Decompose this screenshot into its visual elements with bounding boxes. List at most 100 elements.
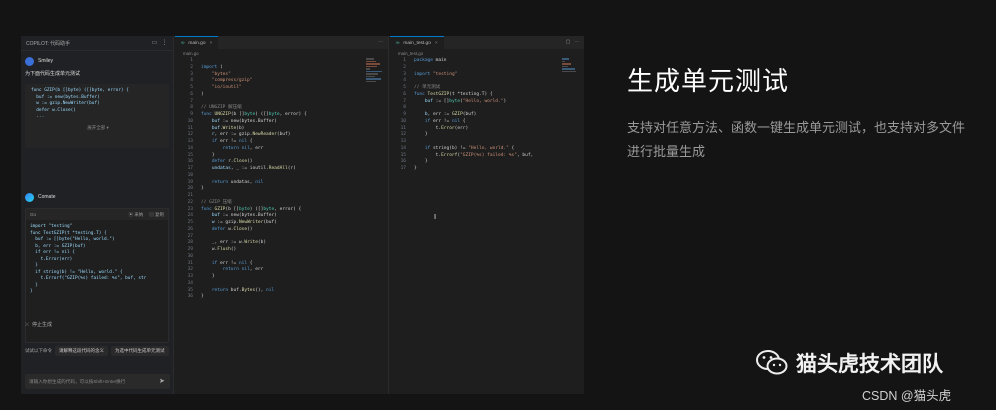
code-token: := gzip. <box>214 220 239 225</box>
code-line[interactable]: 16 } <box>390 159 584 166</box>
more-actions-icon[interactable]: ⋯ <box>574 40 579 45</box>
code-line[interactable]: 7 buf := [] byte("Hello, world.") <box>390 99 584 106</box>
code-token: { <box>508 145 515 151</box>
new-chat-icon[interactable]: ▭ <box>151 40 158 47</box>
code-token: := [] <box>432 98 450 104</box>
code-line[interactable]: 19 return undatas, nil <box>175 180 388 187</box>
code-line[interactable]: 1 <box>175 58 388 65</box>
code-line[interactable]: 35 return buf. Bytes (), nil <box>175 288 388 295</box>
code-token: UNGZIP <box>211 112 231 117</box>
code-line[interactable]: 14 if string(b) != "Hello, world." { <box>390 146 584 153</box>
code-token: nil <box>266 287 275 293</box>
code-line[interactable]: 17 undatas, _ := ioutil. ReadAll (r) <box>175 166 388 173</box>
copy-code-button[interactable]: ▤ 复制 <box>149 212 164 218</box>
code-line[interactable]: 3 import "testing" <box>390 72 584 79</box>
code-line: ... <box>31 114 45 119</box>
code-token: , _ := ioutil. <box>230 166 269 171</box>
breadcrumb[interactable]: main_test.go <box>390 49 584 58</box>
code-line[interactable]: 2 import ( <box>175 65 388 72</box>
close-icon[interactable]: × <box>435 41 438 46</box>
code-line[interactable]: 5 // 单元测试 <box>390 85 584 92</box>
code-line[interactable]: 13 if err != nil { <box>175 139 388 146</box>
code-line[interactable]: 8 <box>390 105 584 112</box>
code-line[interactable]: 6 func TestGZIP (t *testing.T) { <box>390 92 584 99</box>
breadcrumb[interactable]: main.go <box>175 49 388 58</box>
code-line[interactable]: 8 // UNGZIP 解压缩 <box>175 105 388 112</box>
code-token: } <box>414 132 428 138</box>
assistant-name: Comate <box>38 194 56 200</box>
code-line[interactable]: 14 return nil, err <box>175 146 388 153</box>
chat-panel: COPILOT: 代码助手 ▭ ⋮ Smiley 为下面代码生成单元测试 fun… <box>21 36 174 394</box>
code-area[interactable]: 1 2 import (3 "bytes" 4 "compress/gzip" 5 "i… <box>175 58 388 301</box>
send-icon[interactable]: ➤ <box>159 378 166 385</box>
line-number: 5 <box>190 85 193 90</box>
code-line[interactable]: 5 "io/ioutil" <box>175 85 388 92</box>
source-credit: CSDN @猫头虎 <box>862 389 952 403</box>
code-line[interactable]: 13 <box>390 139 584 146</box>
code-token: Flush <box>217 247 231 252</box>
code-token: ) <box>503 98 507 104</box>
more-actions-icon[interactable]: ⋯ <box>378 40 383 45</box>
line-number: 3 <box>403 71 406 77</box>
code-line[interactable]: 9 b, err := GZIP (buf) <box>390 112 584 119</box>
code-line[interactable]: 16 defer r. Close() <box>175 159 388 166</box>
stop-label: 停止生成 <box>32 322 53 328</box>
split-editor-icon[interactable]: ▢ <box>566 40 571 45</box>
insert-code-button[interactable]: ▣ 采纳 <box>128 212 143 218</box>
line-number: 7 <box>403 98 406 104</box>
code-line[interactable]: 24 buf := new(bytes.Buffer) <box>175 213 388 220</box>
code-token: w. <box>201 247 218 252</box>
code-token: NewWriter <box>238 220 264 225</box>
code-line[interactable]: 33 } <box>175 274 388 281</box>
minimap[interactable] <box>366 58 384 88</box>
code-line[interactable]: 12 } <box>390 132 584 139</box>
code-line[interactable]: 6) <box>175 92 388 99</box>
line-number: 32 <box>187 267 193 273</box>
code-line[interactable]: 30 <box>175 254 388 261</box>
code-line[interactable]: 10 if err != nil { <box>390 119 584 126</box>
code-line[interactable]: 2 <box>390 65 584 72</box>
stop-generating-button[interactable]: ⤫ 停止生成 <box>25 321 53 329</box>
tab-main-go[interactable]: ∞ main.go × <box>175 36 219 49</box>
code-line[interactable]: 26 defer w. Close() <box>175 227 388 234</box>
code-line[interactable]: 34 <box>175 281 388 288</box>
code-line[interactable]: 17} <box>390 166 584 173</box>
chat-input[interactable]: 请输入你想生成的代码，可以按Shift+Enter换行 ➤ <box>25 374 170 389</box>
assistant-message: Comate <box>25 192 169 202</box>
code-line[interactable]: 10 buf := new(bytes.Buffer) <box>175 119 388 126</box>
tab-label: main_test.go <box>403 40 431 46</box>
code-line[interactable]: 29 w. Flush() <box>175 247 388 254</box>
code-line[interactable]: 21 <box>175 193 388 200</box>
code-token: := new(bytes.Buffer) <box>219 118 277 124</box>
code-line[interactable]: 4 <box>390 78 584 85</box>
expand-button[interactable]: 展开全部 ▾ <box>31 125 165 131</box>
code-line[interactable]: 18 <box>175 173 388 180</box>
code-token: undatas <box>201 166 231 171</box>
close-icon[interactable]: × <box>210 41 213 46</box>
code-area[interactable]: 1 package main 2 3 import "testing" 4 5 // 单元测试… <box>390 58 584 173</box>
code-line[interactable]: 12 r, err := gzip. NewReader (buf) <box>175 132 388 139</box>
code-line[interactable]: 4 "compress/gzip" <box>175 78 388 85</box>
tab-main-test-go[interactable]: ∞ main_test.go × <box>390 36 444 49</box>
code-line[interactable]: 27 <box>175 234 388 241</box>
code-line[interactable]: 1 package main <box>390 58 584 65</box>
code-token: defer <box>201 226 226 232</box>
code-token: () <box>247 159 253 165</box>
code-line[interactable]: 22 // GZIP 压缩 <box>175 200 388 207</box>
code-line[interactable]: 9 func UNGZIP (b [] byte) ([] byte, error) { <box>175 112 388 119</box>
suggestion-chip-unit-test[interactable]: 为选中代码生成单元测试 <box>111 346 169 356</box>
code-token: string(b) != <box>430 145 469 151</box>
line-number: 4 <box>190 78 193 84</box>
minimap[interactable] <box>562 58 580 88</box>
suggestion-chip-explain[interactable]: 请解释这段代码的含义 <box>55 346 108 356</box>
code-line[interactable]: 20} <box>175 186 388 193</box>
code-line[interactable]: 28 _, err := w. Write (b) <box>175 240 388 247</box>
code-line[interactable]: 32 return nil, err <box>175 267 388 274</box>
selected-code-block: func GZIP(b []byte) ([]byte, error) { bu… <box>25 84 169 148</box>
code-token: byte <box>449 98 461 104</box>
code-line[interactable]: 25 w := gzip. NewWriter (buf) <box>175 220 388 227</box>
code-line[interactable]: 36} <box>175 294 388 301</box>
more-icon[interactable]: ⋮ <box>161 40 168 47</box>
code-token: (b) <box>257 240 267 246</box>
code-token: { <box>460 118 466 124</box>
